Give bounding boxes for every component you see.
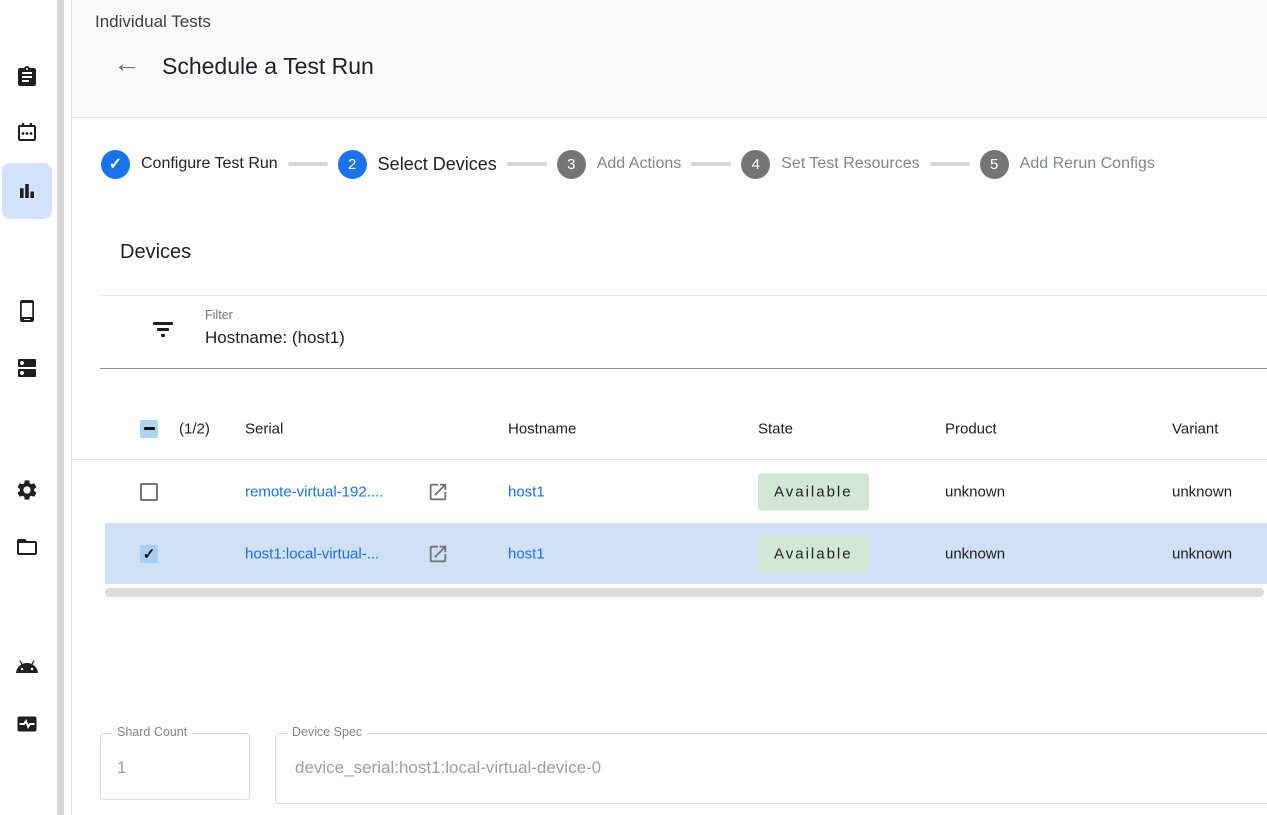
sidebar (0, 0, 56, 815)
device-spec-label: Device Spec (287, 725, 367, 739)
device-table-header: (1/2) Serial Hostname State Product Vari… (72, 398, 1267, 460)
column-header-serial: Serial (245, 420, 283, 437)
device-filter-field[interactable]: Filter Hostname: (host1) (100, 295, 1267, 369)
shard-count-value[interactable]: 1 (117, 758, 126, 778)
device-spec-value[interactable]: device_serial:host1:local-virtual-device… (295, 758, 601, 778)
step-number: 3 (557, 150, 586, 179)
host-monitor-pulse-icon[interactable] (15, 712, 39, 736)
devices-heading: Devices (120, 241, 191, 264)
state-badge: Available (758, 473, 869, 510)
step-label: Add Actions (597, 155, 682, 173)
indeterminate-dash-icon (144, 427, 155, 430)
device-variant: unknown (1172, 483, 1232, 500)
settings-gear-icon[interactable] (15, 478, 39, 502)
device-row-selected[interactable]: ✓ host1:local-virtual-... host1 Availabl… (105, 523, 1267, 584)
shard-count-field[interactable]: Shard Count 1 (100, 733, 250, 800)
column-header-variant: Variant (1172, 420, 1218, 437)
horizontal-scrollbar[interactable] (105, 588, 1264, 597)
filter-field-value[interactable]: Hostname: (host1) (205, 328, 345, 348)
bar-chart-icon[interactable] (15, 179, 39, 203)
device-variant: unknown (1172, 545, 1232, 562)
servers-icon[interactable] (15, 356, 39, 380)
open-in-new-icon[interactable] (427, 481, 449, 503)
page-title: Schedule a Test Run (162, 53, 374, 80)
check-icon: ✓ (143, 545, 156, 563)
step-label: Configure Test Run (141, 155, 278, 173)
folder-icon[interactable] (15, 535, 39, 559)
stepper-connector (288, 162, 328, 166)
breadcrumb-section-label: Individual Tests (95, 12, 211, 32)
device-product: unknown (945, 483, 1005, 500)
tablet-icon[interactable] (15, 299, 39, 323)
device-row[interactable]: remote-virtual-192.... host1 Available u… (105, 460, 1267, 523)
step-label: Set Test Resources (781, 155, 919, 173)
step-add-actions[interactable]: 3 Add Actions (557, 150, 682, 179)
row-checkbox[interactable] (140, 483, 158, 501)
selection-count: (1/2) (179, 420, 210, 437)
device-serial-link[interactable]: remote-virtual-192.... (245, 483, 383, 500)
column-header-hostname: Hostname (508, 420, 576, 437)
stepper: ✓ Configure Test Run 2 Select Devices 3 … (72, 148, 1267, 180)
back-arrow-icon[interactable]: ← (112, 48, 142, 78)
column-header-state: State (758, 420, 793, 437)
row-checkbox-checked[interactable]: ✓ (140, 545, 158, 563)
step-label: Add Rerun Configs (1020, 155, 1155, 173)
page-header: Individual Tests ← Schedule a Test Run (72, 0, 1267, 118)
select-all-checkbox[interactable] (140, 420, 158, 438)
step-number: 5 (980, 150, 1009, 179)
device-product: unknown (945, 545, 1005, 562)
device-spec-field[interactable]: Device Spec device_serial:host1:local-vi… (275, 733, 1267, 804)
step-add-rerun-configs[interactable]: 5 Add Rerun Configs (980, 150, 1155, 179)
device-serial-link[interactable]: host1:local-virtual-... (245, 545, 379, 562)
step-complete-check-icon: ✓ (109, 154, 122, 174)
vertical-scrollbar[interactable] (57, 0, 64, 815)
device-hostname-link[interactable]: host1 (508, 483, 545, 500)
step-configure-test-run[interactable]: ✓ Configure Test Run (101, 150, 278, 179)
filter-field-label: Filter (205, 308, 233, 322)
stepper-connector (930, 162, 970, 166)
step-set-test-resources[interactable]: 4 Set Test Resources (741, 150, 919, 179)
clipboard-icon[interactable] (15, 65, 39, 89)
open-in-new-icon[interactable] (427, 543, 449, 565)
filter-icon (152, 322, 174, 342)
column-header-product: Product (945, 420, 997, 437)
shard-count-label: Shard Count (112, 725, 192, 739)
step-label: Select Devices (378, 154, 497, 175)
main-content: Individual Tests ← Schedule a Test Run ✓… (71, 0, 1267, 815)
stepper-connector (691, 162, 731, 166)
calendar-icon[interactable] (15, 121, 39, 145)
device-hostname-link[interactable]: host1 (508, 545, 545, 562)
stepper-connector (507, 162, 547, 166)
step-number: 2 (338, 150, 367, 179)
state-badge: Available (758, 535, 869, 572)
step-select-devices[interactable]: 2 Select Devices (338, 150, 497, 179)
step-number: 4 (741, 150, 770, 179)
android-icon[interactable] (15, 655, 39, 679)
